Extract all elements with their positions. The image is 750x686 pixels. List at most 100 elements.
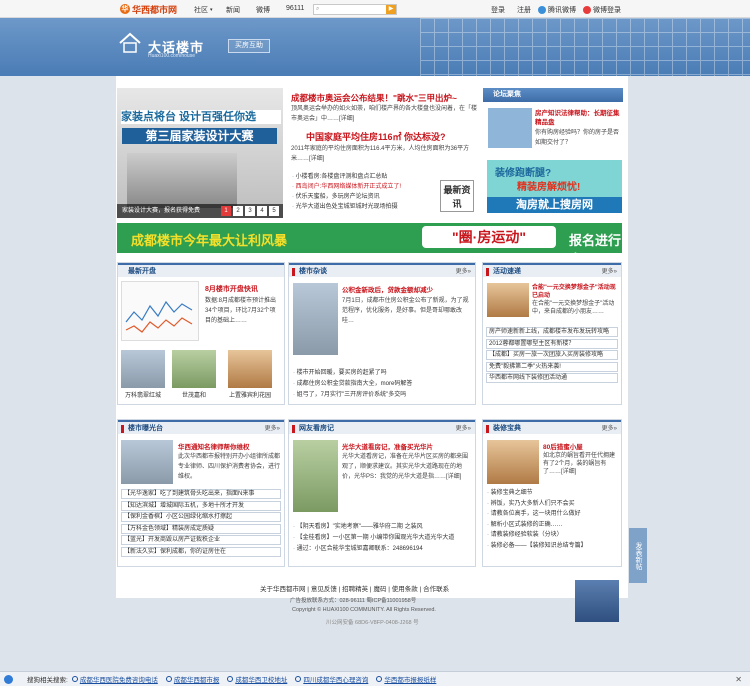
footer-link-contact[interactable]: 合作联系 [423, 586, 449, 593]
nav-community[interactable]: 社区 [194, 5, 208, 15]
list-item[interactable]: 解析小区式装修的正确…… [487, 520, 619, 531]
list-item[interactable]: 【万科金色领域】精装房成定质疑 [121, 523, 281, 534]
list-item[interactable]: 免费"毅拂第二季"火热来袭! [486, 361, 618, 372]
market-talk-headline[interactable]: 公积金新政后，贷款金额却减少 [342, 284, 433, 294]
close-icon[interactable]: ✕ [735, 675, 742, 684]
list-item[interactable]: 楼市开始回暖，要买房的赶紧了吗 [293, 368, 473, 379]
list-item[interactable]: 通过：小区合能华宝城钜嘉卿联系：248696194 [293, 544, 473, 555]
viewing-diary-title: 网友看房记 [299, 425, 334, 432]
tencent-weibo-icon [538, 6, 546, 14]
list-item[interactable]: 【蓝光】开发商毁以房产证栽秩企业 [121, 535, 281, 545]
list-item[interactable]: 辨饭，实乃大多新人们只不会买 [487, 499, 619, 510]
project-caption[interactable]: 万科翡翠红城 [121, 390, 165, 399]
ad-line-2: 精装房解烦忧! [517, 182, 581, 193]
buy-help-button[interactable]: 买房互助 [228, 39, 270, 53]
exposure-headline[interactable]: 华西通知名律师帮你维权 [178, 441, 250, 451]
tencent-weibo-link[interactable]: 腾讯微博 [538, 5, 576, 15]
slider-page-5[interactable]: 5 [269, 206, 279, 216]
list-item[interactable]: 【阴天看房】"实地考察"——雅华府二期 之装风 [293, 522, 473, 533]
market-talk-title: 楼市杂谈 [299, 268, 327, 275]
viewing-diary-image[interactable] [293, 440, 338, 512]
header-marker [121, 425, 124, 433]
nav-news[interactable]: 新闻 [226, 5, 240, 15]
more-link[interactable]: 更多» [265, 422, 280, 436]
news-item[interactable]: 小楼看房:各楼盘评测和盘点汇总贴 [292, 172, 442, 182]
list-item[interactable]: 2012蓉都哪置哪型主区有新楼？ [486, 338, 618, 349]
list-item[interactable]: 请教装修经验软装（分块） [487, 530, 619, 541]
more-link[interactable]: 更多» [602, 422, 617, 436]
footer-link-jobs[interactable]: 招聘精英 [342, 586, 368, 593]
register-link[interactable]: 注册 [517, 5, 531, 15]
list-item[interactable]: 【保利金香槟】小区公园绿化缩水打擦起 [121, 512, 281, 522]
related-search-link[interactable]: 华西都市报报纸样 [376, 674, 436, 684]
footer-link-code[interactable]: 魔码 [373, 586, 386, 593]
footer-link-about[interactable]: 关于华西都市网 [260, 586, 306, 593]
list-item[interactable]: 装修必备——【装修知识总结专篇】 [487, 541, 619, 552]
opening-chart-image[interactable] [121, 281, 199, 341]
project-thumbnail[interactable] [228, 350, 272, 388]
related-search-link[interactable]: 成都华西都市报 [165, 674, 219, 684]
police-badge-icon[interactable] [575, 580, 619, 622]
project-thumbnail[interactable] [121, 350, 165, 388]
list-item[interactable]: 请教各位高手，这一块用什么做好 [487, 509, 619, 520]
promo-banner[interactable]: 成都楼市今年最大让利风暴 "圈·房运动" 报名进行中。。。 [117, 223, 622, 253]
related-search-link[interactable]: 四川成都华西心理咨询 [295, 674, 368, 684]
decoration-headline[interactable]: 80后猎蜜小屋 [543, 441, 583, 451]
nav-weibo[interactable]: 微博 [256, 5, 270, 15]
viewing-diary-headline[interactable]: 光华大道看房记，准备买光华片 [342, 441, 433, 451]
list-item[interactable]: 华西都市网线下装修团活动通 [486, 373, 618, 383]
list-item[interactable]: 成都住房公积金贷款指南大全，more码解答 [293, 379, 473, 390]
project-caption[interactable]: 上置雅宾利花园 [224, 390, 276, 399]
weibo-login-link[interactable]: 微博登录 [583, 5, 621, 15]
slider-page-2[interactable]: 2 [233, 206, 243, 216]
site-logo[interactable]: 华 华西都市网 [120, 3, 177, 15]
related-search-text: 四川成都华西心理咨询 [303, 677, 369, 684]
search-input[interactable]: ⌕ ▶ [313, 4, 397, 15]
list-item[interactable]: 【成都】买房一旅一次团旅入买房装修攻略 [486, 350, 618, 360]
search-button[interactable]: ▶ [386, 5, 396, 14]
list-item[interactable]: 【新法久实】保利成都，你的证房住在 [121, 546, 281, 557]
news-item[interactable]: 西岛闭户:华西网络媒体新开正式成立了! [292, 182, 442, 192]
headline-1[interactable]: 成都楼市奥运会公布结果！"跳水"三甲出炉~ [291, 92, 477, 104]
list-item[interactable]: 【光华逸家】吃了到建筑骨头吃出来，指面N来事 [121, 489, 281, 499]
forum-headline[interactable]: 房产知识法律帮助：长期征集精品盘 [535, 109, 621, 127]
soufun-ad[interactable]: 装修跑断腿? 精装房解烦忧! 淘房就上搜房网 [487, 160, 622, 213]
news-list: 小楼看房:各楼盘评测和盘点汇总贴 西岛闭户:华西网络媒体新开正式成立了! 伏乐天… [292, 172, 442, 212]
list-item[interactable]: 姐弓了，7月实行"三开房评价系统"多交吗 [293, 390, 473, 401]
list-item[interactable]: 房产师速新新上线，成都楼市发布发玩转攻略 [486, 327, 618, 337]
footer-link-terms[interactable]: 使用条款 [392, 586, 418, 593]
login-link[interactable]: 登录 [491, 5, 505, 15]
search-icon [165, 676, 172, 682]
more-link[interactable]: 更多» [602, 265, 617, 279]
slider-page-1[interactable]: 1 [221, 206, 231, 216]
nav-96111[interactable]: 96111 [286, 5, 304, 12]
decoration-image[interactable] [487, 440, 539, 484]
forum-image[interactable] [488, 108, 532, 148]
headline-2[interactable]: 中国家庭平均住房116㎡ 你达标没? [306, 130, 446, 143]
slider-page-3[interactable]: 3 [245, 206, 255, 216]
news-item[interactable]: 伏乐天蜜船，多玩房产论坛资讯 [292, 192, 442, 202]
footer-link-feedback[interactable]: 意见反馈 [311, 586, 337, 593]
events-image[interactable] [487, 283, 529, 317]
exposure-image[interactable] [121, 440, 173, 484]
market-talk-image[interactable] [293, 283, 338, 355]
slider-page-4[interactable]: 4 [257, 206, 267, 216]
project-thumbnail[interactable] [172, 350, 216, 388]
news-item[interactable]: 光华大道出色处宝城钜城时光现场拍摄 [292, 202, 442, 212]
image-slider[interactable]: 家装点将台 设计百强任你选 第三届家装设计大赛 家装设计大赛，报名获得免费 1 … [117, 88, 283, 218]
footer-contact: 广告投放联系方式：028-96111 蜀ICP备11001958号 [290, 598, 417, 604]
latest-news-badge[interactable]: 最新资讯 [440, 180, 474, 212]
opening-headline[interactable]: 8月楼市开盘快讯 [205, 284, 258, 294]
banner-text-1: 成都楼市今年最大让利风暴 [131, 233, 288, 248]
related-search-link[interactable]: 成都华西卫校地址 [227, 674, 287, 684]
more-link[interactable]: 更多» [456, 422, 471, 436]
list-item[interactable]: 【知达滨城】增城国际五机，多地十所才开发 [121, 500, 281, 511]
related-search-link[interactable]: 成都华西医院免费咨询电话 [71, 674, 158, 684]
chevron-down-icon[interactable]: ▾ [210, 7, 213, 13]
project-caption[interactable]: 世茂嘉和 [172, 390, 216, 399]
events-headline[interactable]: 合能"一元交换梦想金子"活动现已启动 [532, 284, 620, 300]
post-new-thread-tab[interactable]: 发表新帖 [629, 528, 647, 583]
more-link[interactable]: 更多» [456, 265, 471, 279]
list-item[interactable]: 装修宝典之细节 [487, 488, 619, 499]
list-item[interactable]: 【金桂看房】一小区第一期 小编带你围观光华大道光华大道 [293, 533, 473, 544]
